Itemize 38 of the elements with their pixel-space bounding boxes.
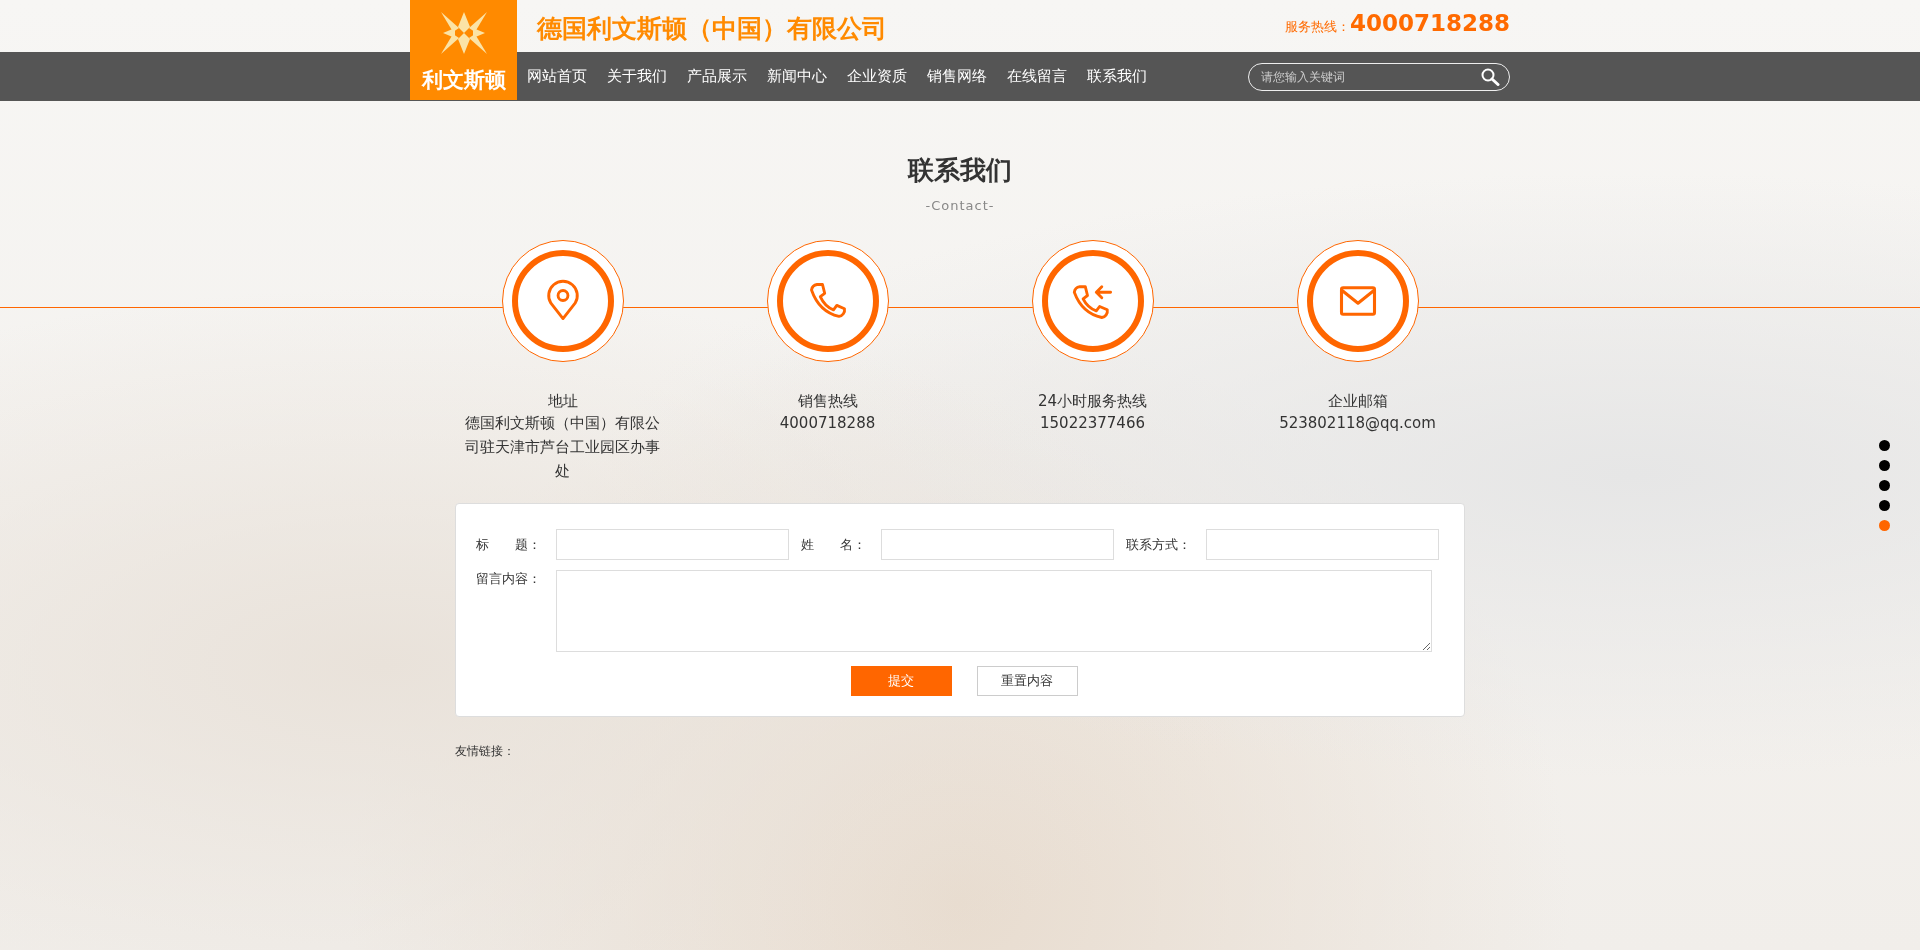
- page-dot[interactable]: [1879, 480, 1890, 491]
- field-label: 联系方式：: [1126, 535, 1192, 554]
- hotline-number: 4000718288: [1349, 10, 1510, 36]
- page-dot[interactable]: [1879, 500, 1890, 511]
- page-dot[interactable]: [1879, 440, 1890, 451]
- logo-text: 利文斯顿: [421, 67, 506, 94]
- nav-link[interactable]: 在线留言: [1007, 67, 1067, 86]
- contact-label: 销售热线: [797, 392, 858, 411]
- nav-link[interactable]: 产品展示: [687, 67, 747, 86]
- search-icon[interactable]: [1480, 67, 1500, 86]
- friend-links-label: 友情链接：: [455, 744, 515, 758]
- contact-value: 523802118@qq.com: [1278, 413, 1437, 434]
- nav-link[interactable]: 联系我们: [1087, 67, 1147, 86]
- input-field[interactable]: [1206, 529, 1439, 560]
- nav-link[interactable]: 关于我们: [607, 67, 667, 86]
- nav-link[interactable]: 网站首页: [527, 67, 587, 86]
- nav-link[interactable]: 企业资质: [847, 67, 907, 86]
- contact-value: 德国利文斯顿（中国）有限公司驻天津市芦台工业园区办事处: [464, 413, 661, 482]
- hotline-label: 服务热线：: [1284, 18, 1350, 36]
- section-subtitle: -Contact-: [924, 198, 996, 213]
- field-label: 标 题：: [476, 535, 542, 554]
- reset-button[interactable]: 重置内容: [976, 666, 1078, 696]
- search-field[interactable]: 请您输入关键词: [1248, 62, 1510, 91]
- field-label: 留言内容：: [476, 570, 542, 588]
- page-dot[interactable]: [1879, 520, 1890, 531]
- contact-label: 企业邮箱: [1327, 392, 1388, 411]
- input-field[interactable]: [881, 529, 1114, 560]
- nav-link[interactable]: 新闻中心: [767, 67, 827, 86]
- contact-label: 24小时服务热线: [1037, 392, 1148, 411]
- nav-link[interactable]: 销售网络: [927, 67, 987, 86]
- contact-label: 地址: [547, 392, 578, 411]
- company-name: 德国利文斯顿（中国）有限公司: [537, 13, 888, 45]
- section-title: 联系我们: [906, 154, 1013, 187]
- page-dot[interactable]: [1879, 460, 1890, 471]
- contact-value: 4000718288: [778, 413, 877, 434]
- input-field[interactable]: [556, 529, 789, 560]
- contact-value: 15022377466: [1039, 413, 1146, 434]
- field-label: 姓 名：: [801, 535, 867, 554]
